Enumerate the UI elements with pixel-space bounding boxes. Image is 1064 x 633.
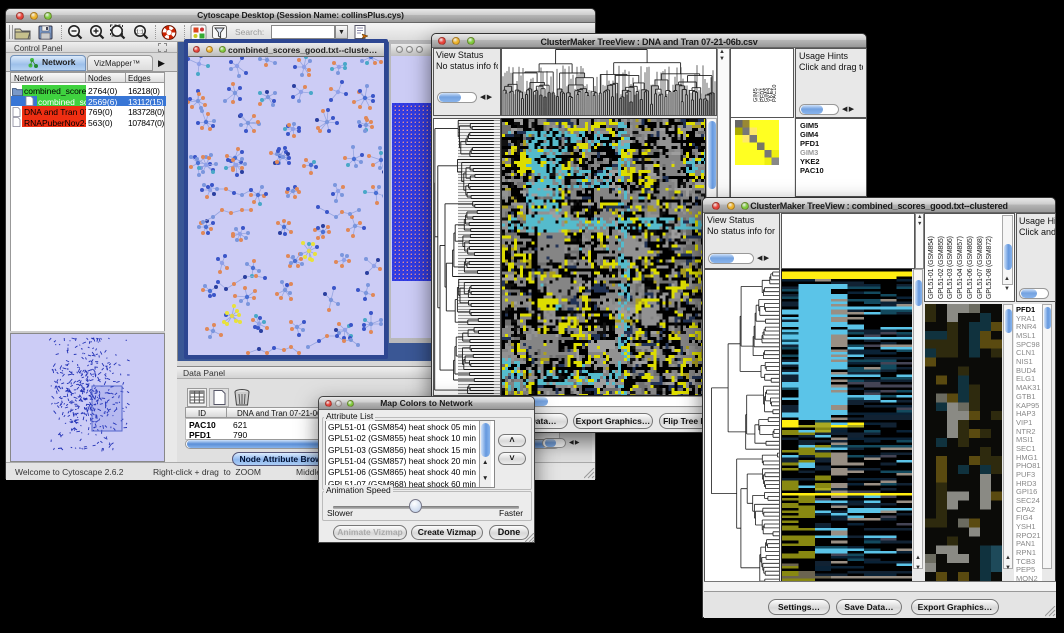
- svg-text:1:1: 1:1: [136, 30, 144, 36]
